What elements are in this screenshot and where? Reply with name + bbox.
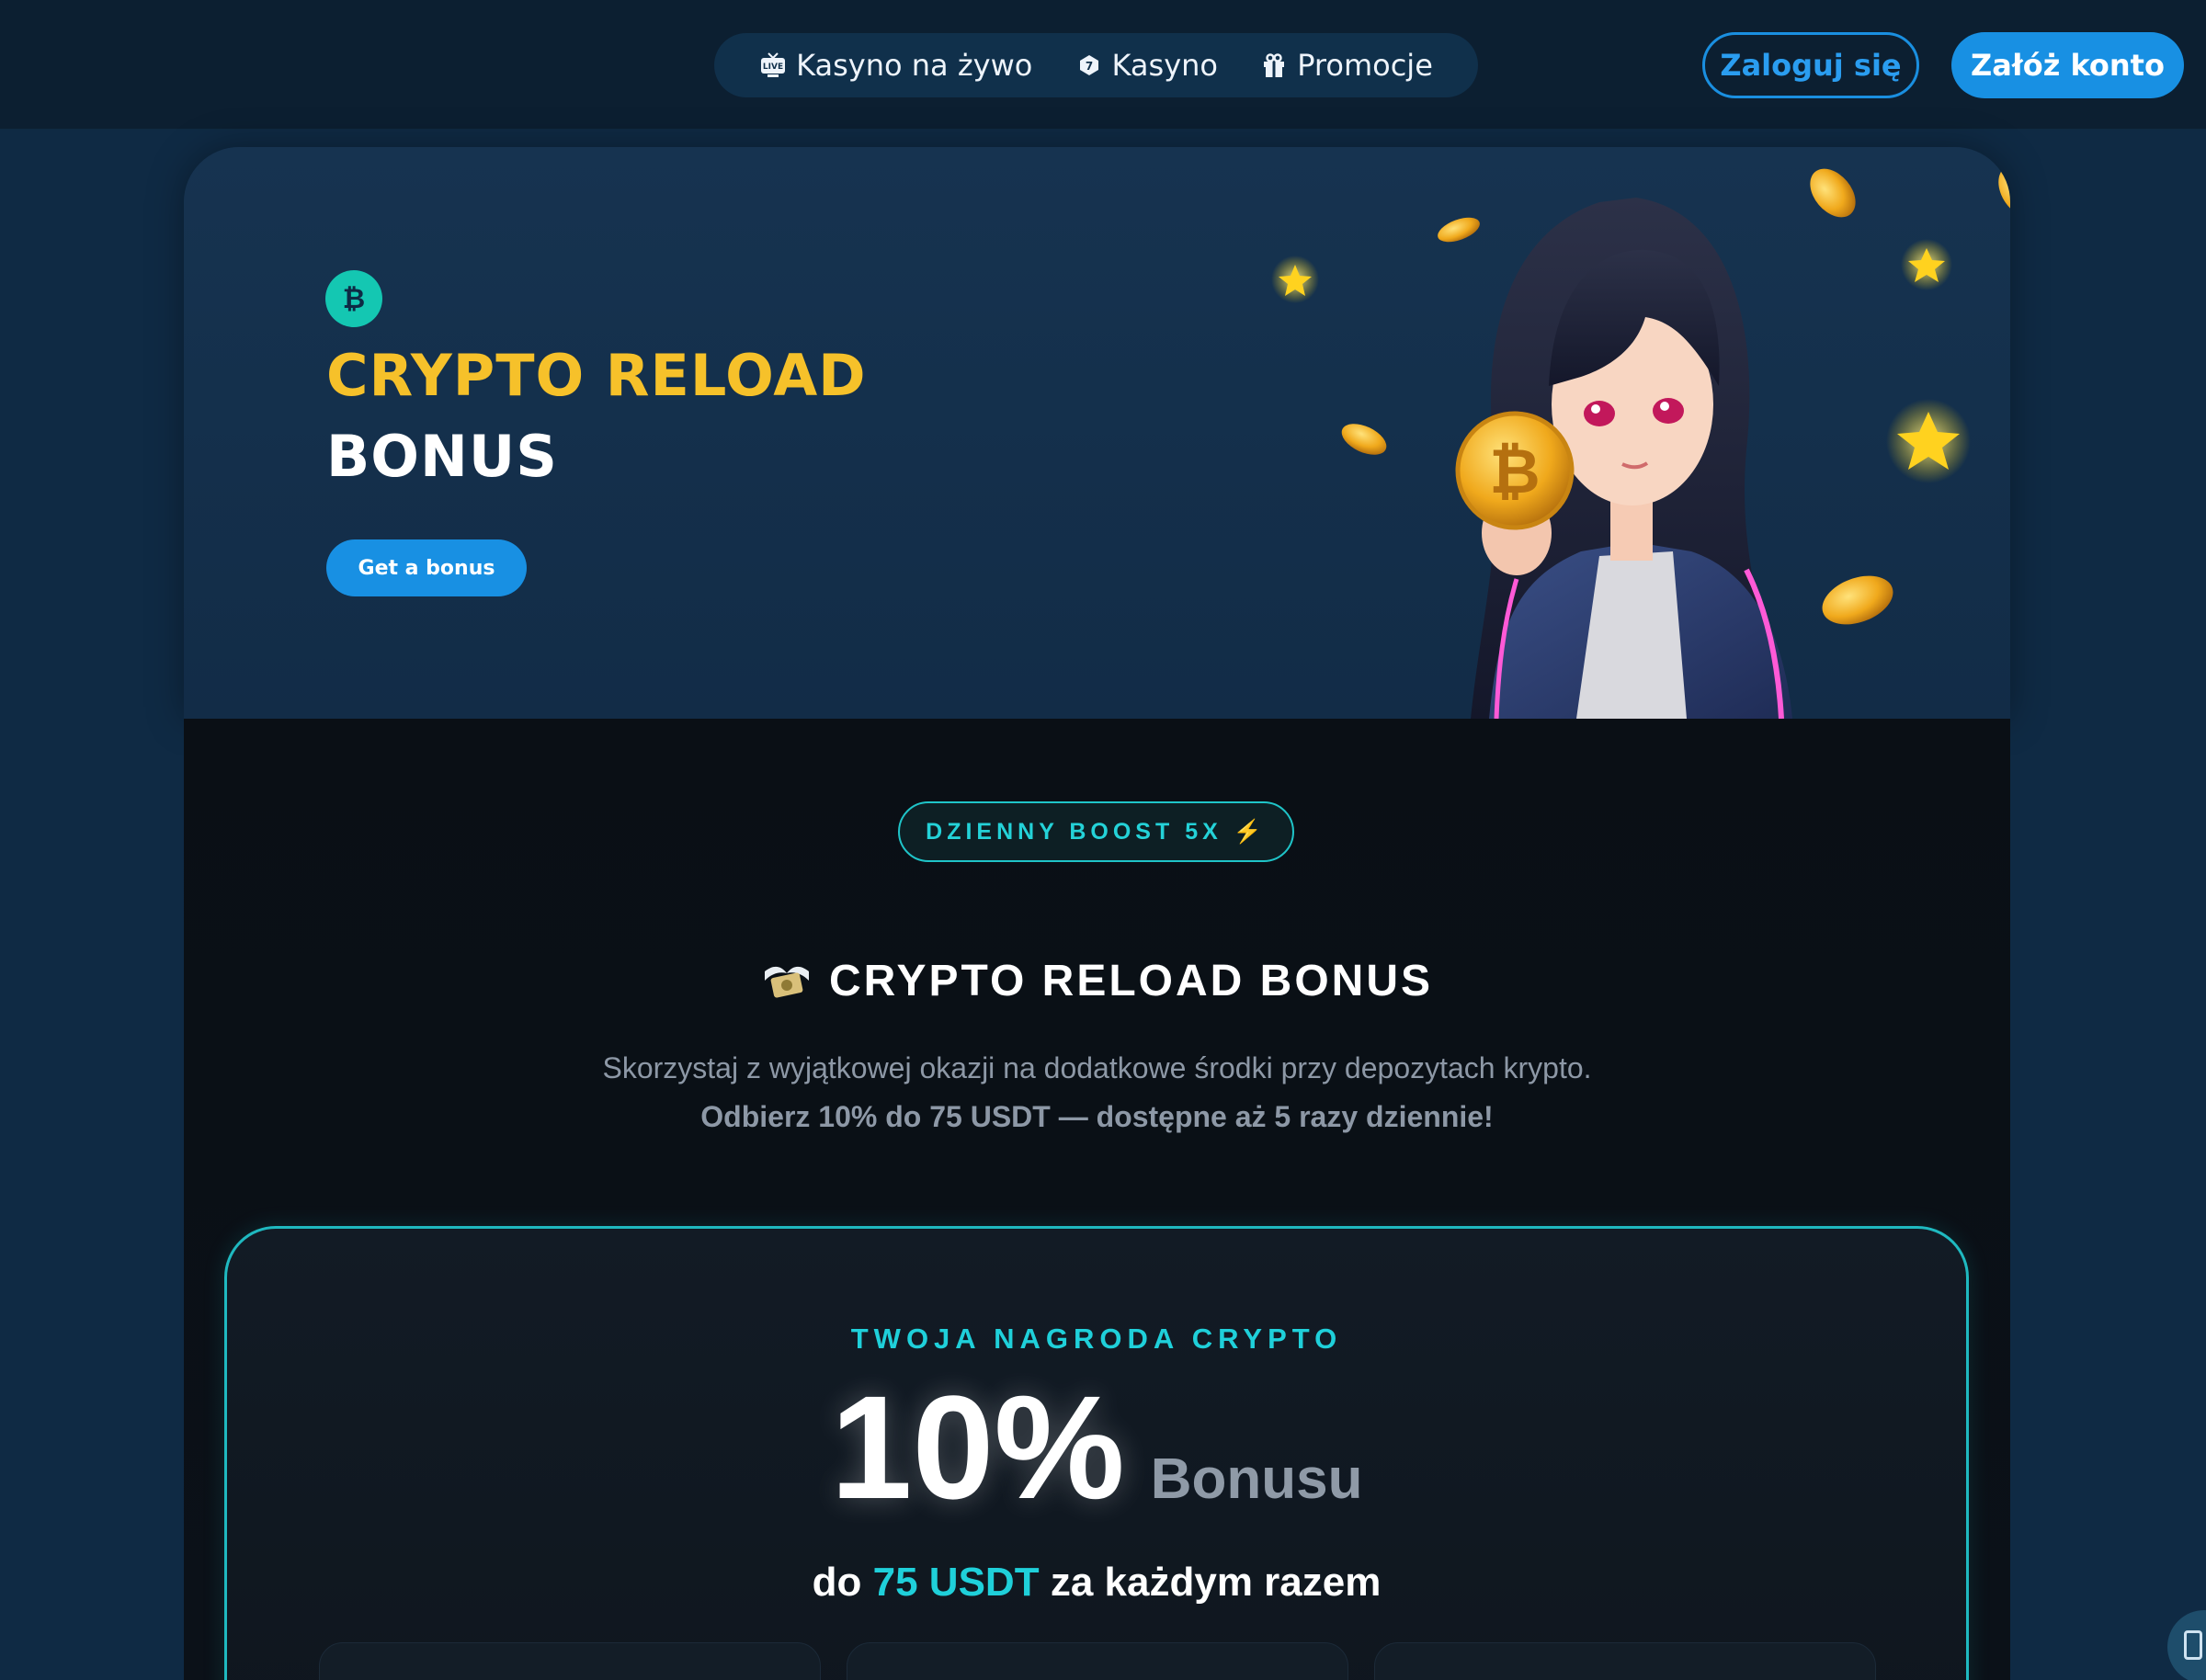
get-bonus-button[interactable]: Get a bonus xyxy=(326,539,527,596)
reward-cap: do 75 USDT za każdym razem xyxy=(227,1560,1966,1606)
hero-title-line2: BONUS xyxy=(326,423,558,490)
daily-boost-badge: DZIENNY BOOST 5X ⚡ xyxy=(898,801,1294,862)
svg-text:₿: ₿ xyxy=(1489,436,1540,508)
nav-item-promotions[interactable]: Promocje xyxy=(1260,48,1433,83)
reward-percent: 10% xyxy=(830,1365,1125,1529)
hero-illustration: ₿ xyxy=(1271,164,2010,719)
hero-banner: ₿ CRYPTO RELOAD BONUS Get a bonus ₿ xyxy=(184,147,2010,719)
description-highlight: Odbierz 10% do 75 USDT — dostępne aż 5 r… xyxy=(700,1100,1494,1133)
nav-item-label: Promocje xyxy=(1297,48,1433,83)
reward-eyebrow: TWOJA NAGRODA CRYPTO xyxy=(850,1322,1343,1355)
section-title-text: CRYPTO RELOAD BONUS xyxy=(828,957,1434,1005)
gift-icon xyxy=(1264,53,1285,77)
info-card xyxy=(319,1642,821,1680)
nav-item-live-casino[interactable]: LIVE Kasyno na żywo xyxy=(759,48,1032,83)
nav-item-casino[interactable]: 7 Kasyno xyxy=(1075,48,1219,83)
money-wings-icon xyxy=(764,966,809,998)
chat-widget-button[interactable] xyxy=(2167,1610,2206,1680)
description-line: Skorzystaj z wyjątkowej okazji na dodatk… xyxy=(602,1051,1592,1084)
hero-title: CRYPTO RELOAD xyxy=(326,342,867,409)
login-button[interactable]: Zaloguj się xyxy=(1702,32,1919,98)
top-header: LIVE Kasyno na żywo 7 Kasyno Promocje Za… xyxy=(0,0,2206,130)
live-tv-icon: LIVE xyxy=(761,52,786,77)
register-button[interactable]: Załóż konto xyxy=(1951,32,2184,98)
reward-amount: 10% Bonusu xyxy=(227,1374,1966,1521)
nav-item-label: Kasyno xyxy=(1111,48,1219,83)
info-card xyxy=(1374,1642,1876,1680)
bitcoin-icon: ₿ xyxy=(325,270,382,327)
reward-cap-amount: 75 USDT xyxy=(872,1560,1040,1605)
section-title: CRYPTO RELOAD BONUS xyxy=(184,956,2010,1006)
reward-unit: Bonusu xyxy=(1150,1447,1363,1511)
svg-text:₿: ₿ xyxy=(343,283,365,315)
svg-text:7: 7 xyxy=(1085,60,1092,73)
chat-icon xyxy=(2184,1630,2202,1660)
slot-icon: 7 xyxy=(1079,55,1098,75)
promo-section: DZIENNY BOOST 5X ⚡ CRYPTO RELOAD BONUS S… xyxy=(184,719,2010,1680)
reward-cap-suffix: za każdym razem xyxy=(1050,1560,1382,1605)
reward-cap-prefix: do xyxy=(812,1560,862,1605)
svg-text:LIVE: LIVE xyxy=(763,62,783,72)
nav-item-label: Kasyno na żywo xyxy=(796,48,1033,83)
info-card xyxy=(847,1642,1348,1680)
main-nav: LIVE Kasyno na żywo 7 Kasyno Promocje xyxy=(714,33,1478,97)
reward-card: TWOJA NAGRODA CRYPTO 10% Bonusu do 75 US… xyxy=(224,1226,1969,1680)
